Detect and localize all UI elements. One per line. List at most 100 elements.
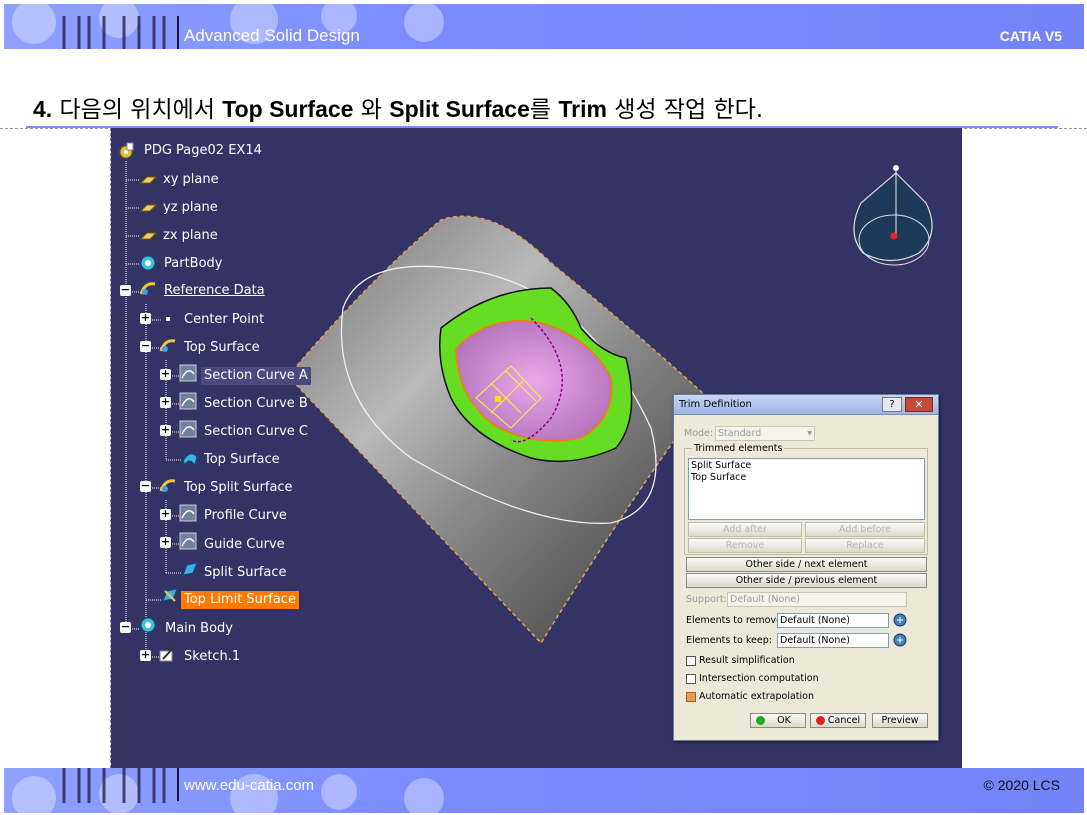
tree-partbody[interactable]: PartBody (164, 255, 222, 273)
tree-sketch[interactable]: Sketch.1 (184, 648, 240, 666)
preview-button[interactable]: Preview (872, 713, 928, 728)
intersection-computation-checkbox[interactable] (686, 674, 696, 684)
remove-button[interactable]: Remove (688, 538, 802, 553)
header-banner: Advanced Solid Design CATIA V5 (4, 4, 1084, 49)
expand-toggle[interactable]: + (160, 368, 171, 380)
tree-top-split-surface-set[interactable]: Top Split Surface (184, 479, 293, 497)
tree-top-surface[interactable]: Top Surface (204, 451, 280, 469)
sketch-curve-icon (179, 532, 197, 550)
geometrical-set-icon (159, 479, 176, 492)
help-button[interactable]: ? (882, 397, 902, 412)
plane-icon (139, 176, 157, 184)
plane-icon (139, 204, 157, 212)
element-list-icon[interactable] (892, 632, 908, 648)
mode-select[interactable]: Standard ▾ (715, 426, 815, 441)
cancel-button[interactable]: Cancel (810, 713, 866, 728)
ok-button[interactable]: OK (750, 713, 806, 728)
ok-label: OK (777, 715, 791, 726)
trim-definition-dialog: Trim Definition ? ✕ Mode: Standard ▾ Tri… (673, 394, 939, 741)
trimmed-elements-list[interactable]: Split Surface Top Surface (688, 458, 925, 520)
tree-section-curve-c[interactable]: Section Curve C (204, 423, 308, 441)
step-text-3: 를 (529, 97, 559, 123)
footer-separator (177, 768, 179, 801)
support-label: Support: (686, 594, 727, 605)
expand-toggle[interactable]: + (160, 424, 171, 436)
website-link[interactable]: www.edu-catia.com (184, 777, 314, 794)
sketch-curve-icon (179, 504, 197, 522)
sweep-surface-icon (182, 562, 198, 576)
collapse-toggle[interactable]: − (120, 284, 131, 296)
tree-split-surface[interactable]: Split Surface (204, 564, 286, 582)
elements-to-keep-field[interactable]: Default (None) (777, 633, 889, 648)
step-bold-3: Trim (558, 96, 607, 122)
collapse-toggle[interactable]: − (120, 621, 131, 633)
add-after-button[interactable]: Add after (688, 522, 802, 537)
tree-guide-curve[interactable]: Guide Curve (204, 536, 285, 554)
cancel-label: Cancel (827, 715, 861, 726)
element-list-icon[interactable] (892, 612, 908, 628)
trim-surface-icon (162, 588, 178, 602)
add-before-button[interactable]: Add before (805, 522, 925, 537)
dialog-title: Trim Definition (679, 399, 752, 410)
dropdown-arrow-icon: ▾ (807, 428, 812, 439)
expand-toggle[interactable]: + (160, 536, 171, 548)
tree-top-limit-surface[interactable]: Top Limit Surface (181, 591, 299, 609)
sketch-curve-icon (179, 392, 197, 410)
step-text-4: 생성 작업 한다. (606, 97, 764, 123)
part-gear-icon (119, 142, 134, 159)
step-text-2: 와 (353, 97, 390, 123)
copyright: © 2020 LCS (983, 777, 1060, 793)
result-simplification-label: Result simplification (699, 655, 795, 666)
tree-reference-data[interactable]: Reference Data (164, 282, 265, 300)
tree-main-body[interactable]: Main Body (165, 620, 233, 638)
tree-center-point[interactable]: Center Point (184, 311, 264, 329)
specification-tree[interactable]: PDG Page02 EX14 xy plane yz plane zx pla… (111, 128, 431, 688)
list-item[interactable]: Top Surface (689, 472, 924, 483)
expand-toggle[interactable]: + (160, 508, 171, 520)
footer-banner: www.edu-catia.com © 2020 LCS (4, 768, 1084, 813)
intersection-computation-label: Intersection computation (699, 673, 819, 684)
automatic-extrapolation-checkbox[interactable] (686, 692, 696, 702)
elements-to-remove-label: Elements to remove: (686, 615, 786, 626)
sketch-curve-icon (179, 364, 197, 382)
sketch-curve-icon (179, 420, 197, 438)
tree-profile-curve[interactable]: Profile Curve (204, 507, 287, 525)
tree-section-curve-a[interactable]: Section Curve A (201, 367, 311, 385)
step-title: 4. 다음의 위치에서 Top Surface 와 Split Surface를… (33, 90, 763, 124)
step-number: 4. (33, 96, 53, 122)
course-title: Advanced Solid Design (184, 26, 360, 45)
compass-widget[interactable] (853, 165, 933, 266)
product-title: CATIA V5 (999, 28, 1062, 44)
tree-xy-plane[interactable]: xy plane (163, 171, 219, 189)
result-simplification-checkbox[interactable] (686, 656, 696, 666)
dialog-titlebar[interactable]: Trim Definition ? ✕ (674, 395, 938, 415)
collapse-toggle[interactable]: − (140, 340, 151, 352)
tree-yz-plane[interactable]: yz plane (163, 199, 218, 217)
tree-top-surface-set[interactable]: Top Surface (184, 339, 260, 357)
step-bold-1: Top Surface (222, 96, 354, 122)
elements-to-remove-field[interactable]: Default (None) (777, 613, 889, 628)
support-field[interactable]: Default (None) (727, 592, 907, 607)
replace-button[interactable]: Replace (805, 538, 925, 553)
mode-label: Mode: (684, 428, 714, 439)
close-button[interactable]: ✕ (905, 397, 933, 412)
step-bold-2: Split Surface (389, 96, 530, 122)
ok-icon (756, 716, 765, 725)
other-side-previous-button[interactable]: Other side / previous element (686, 573, 927, 588)
header-separator (177, 16, 179, 49)
automatic-extrapolation-label: Automatic extrapolation (699, 691, 814, 702)
multi-section-surface-icon (182, 453, 198, 467)
expand-toggle[interactable]: + (140, 649, 151, 661)
tree-section-curve-b[interactable]: Section Curve B (204, 395, 308, 413)
expand-toggle[interactable]: + (160, 396, 171, 408)
tree-zx-plane[interactable]: zx plane (163, 227, 218, 245)
geometrical-set-icon (139, 282, 156, 295)
cancel-icon (816, 716, 825, 725)
plane-icon (139, 232, 157, 240)
expand-toggle[interactable]: + (140, 312, 151, 324)
other-side-next-button[interactable]: Other side / next element (686, 557, 927, 572)
list-item[interactable]: Split Surface (689, 459, 924, 472)
center-point-marker (495, 396, 501, 402)
collapse-toggle[interactable]: − (140, 480, 151, 492)
tree-root[interactable]: PDG Page02 EX14 (144, 142, 262, 160)
